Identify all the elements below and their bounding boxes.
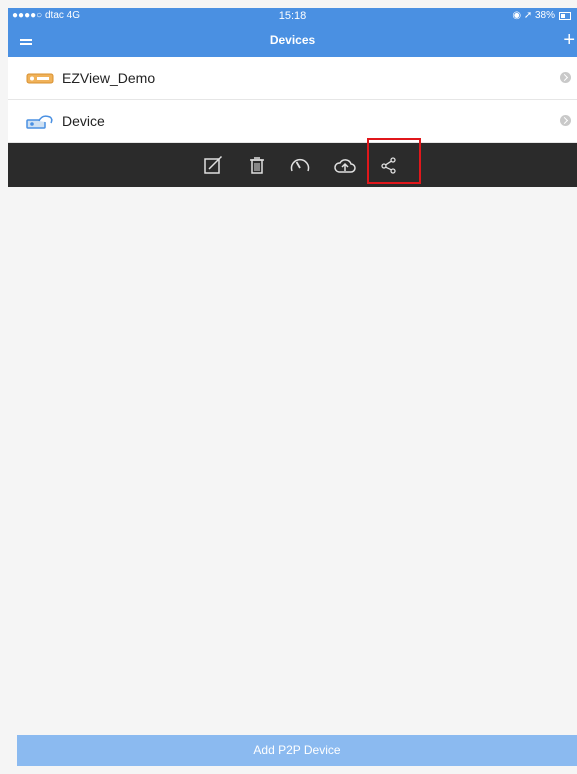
nav-bar: Devices +	[8, 26, 577, 57]
device-row-ezview-demo[interactable]: EZView_Demo	[8, 57, 577, 100]
add-device-icon[interactable]: +	[563, 30, 575, 50]
speedometer-icon[interactable]	[286, 151, 314, 179]
device-toolbar	[8, 143, 577, 187]
dvr-icon	[26, 73, 54, 84]
add-p2p-device-button[interactable]: Add P2P Device	[17, 735, 577, 766]
status-time: 15:18	[278, 10, 307, 22]
status-right-text: ◉ ➚ 38%	[512, 10, 555, 21]
status-bar: ●●●●○ dtac 4G 15:18 ◉ ➚ 38%	[8, 8, 577, 26]
page-title: Devices	[269, 33, 316, 47]
header: ●●●●○ dtac 4G 15:18 ◉ ➚ 38% Devices +	[8, 8, 577, 57]
camera-icon	[26, 115, 53, 129]
devices-screen: ●●●●○ dtac 4G 15:18 ◉ ➚ 38% Devices + EZ…	[0, 0, 577, 774]
trash-icon[interactable]	[243, 151, 271, 179]
device-detail-icon[interactable]	[560, 72, 571, 83]
device-name: Device	[62, 113, 105, 129]
device-list: EZView_Demo Device	[8, 57, 577, 143]
battery-icon	[559, 11, 571, 20]
device-detail-icon[interactable]	[560, 115, 571, 126]
status-right: ◉ ➚ 38%	[512, 10, 571, 21]
device-row-device[interactable]: Device	[8, 100, 577, 143]
device-name: EZView_Demo	[62, 70, 156, 86]
cloud-upload-icon[interactable]	[330, 151, 358, 179]
share-highlight	[367, 138, 421, 184]
edit-icon[interactable]	[199, 151, 227, 179]
